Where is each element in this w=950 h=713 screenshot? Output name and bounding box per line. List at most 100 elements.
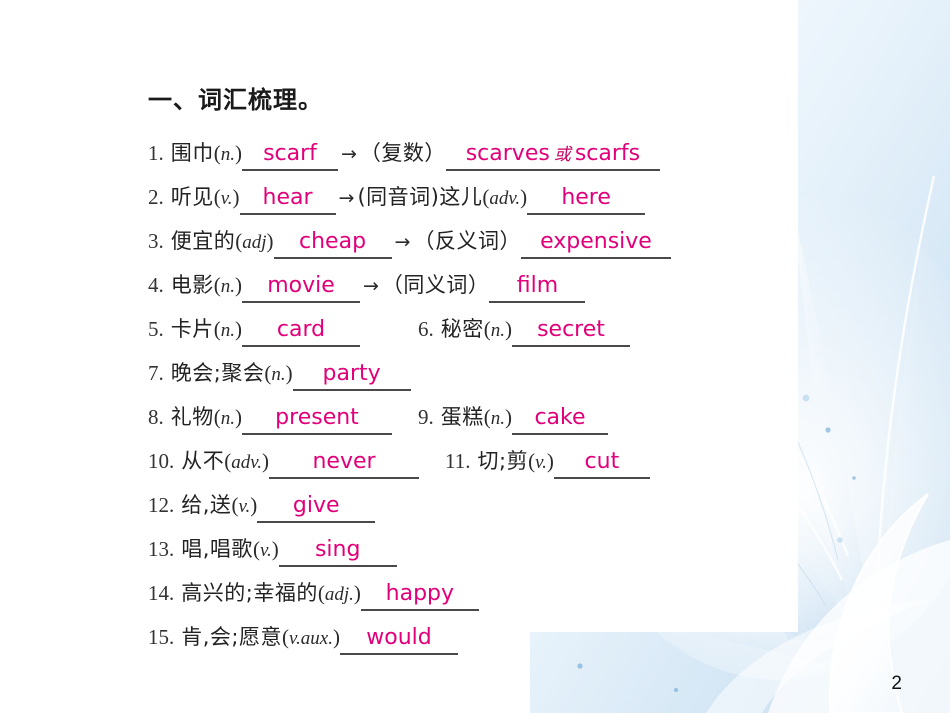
item-number: 15. <box>148 625 175 649</box>
pos-open: ( <box>317 581 325 605</box>
vocab-row-1: 1. 围巾 ( n. ) scarf → （复数） scarves 或 scarfs <box>148 131 860 175</box>
part-of-speech: n. <box>220 408 235 429</box>
pos-open: ( <box>483 405 491 429</box>
relation-label: （同义词） <box>381 273 490 297</box>
part-of-speech: n. <box>220 320 235 341</box>
item-chinese: 围巾 <box>170 141 214 165</box>
slide-canvas: 一、词汇梳理。 1. 围巾 ( n. ) scarf → （复数） scarve… <box>0 0 950 713</box>
vocab-row-15: 15. 肯,会;愿意 ( v.aux. ) would <box>148 615 860 659</box>
answer-blank[interactable]: cut <box>553 447 650 479</box>
answer-blank[interactable]: never <box>269 447 420 479</box>
answer-blank[interactable]: would <box>339 623 458 655</box>
answer-blank[interactable]: secret <box>512 315 630 347</box>
item-chinese: 高兴的;幸福的 <box>181 581 318 605</box>
item-chinese: 听见 <box>170 185 214 209</box>
page-number: 2 <box>891 673 902 694</box>
pos-open: ( <box>213 317 221 341</box>
part-of-speech: n. <box>490 320 505 341</box>
pos-open: ( <box>482 185 490 209</box>
vocab-row-10: 10. 从不 ( adv. ) never 11. 切;剪 ( v. ) cut <box>148 439 860 483</box>
part-of-speech: n. <box>490 408 505 429</box>
pos-close: ) <box>505 317 512 341</box>
conjunction-or: 或 <box>553 145 571 165</box>
item-number: 10. <box>148 449 175 473</box>
answer-blank[interactable]: film <box>489 271 586 303</box>
item-chinese: 给,送 <box>181 493 232 517</box>
item-chinese: 从不 <box>181 449 225 473</box>
pos-close: ) <box>262 449 270 473</box>
item-number: 4. <box>148 273 164 297</box>
vocab-row-8: 8. 礼物 ( n. ) present 9. 蛋糕 ( n. ) cake <box>148 395 860 439</box>
answer-blank[interactable]: give <box>257 491 376 523</box>
item-number: 5. <box>148 317 164 341</box>
answer-blank[interactable]: present <box>242 403 392 435</box>
answer-blank[interactable]: sing <box>278 535 397 567</box>
item-number: 12. <box>148 493 175 517</box>
arrow-icon: → <box>338 187 355 209</box>
item-chinese: 唱,唱歌 <box>181 537 253 561</box>
answer-blank[interactable]: cheap <box>273 227 392 259</box>
item-number: 13. <box>148 537 175 561</box>
answer-blank[interactable]: movie <box>242 271 360 303</box>
part-of-speech: v. <box>238 496 251 517</box>
answer-blank[interactable]: scarf <box>242 139 338 171</box>
answer-blank[interactable]: cake <box>512 403 608 435</box>
part-of-speech: adv. <box>489 188 521 209</box>
pos-close: ) <box>505 405 512 429</box>
item-chinese: 卡片 <box>170 317 214 341</box>
pos-close: ) <box>520 185 528 209</box>
answer-blank[interactable]: card <box>242 315 360 347</box>
relation-label: （复数） <box>359 141 446 165</box>
item-number: 14. <box>148 581 175 605</box>
pos-open: ( <box>213 185 221 209</box>
part-of-speech: n. <box>220 276 235 297</box>
part-of-speech: v. <box>535 452 547 473</box>
vocab-row-5: 5. 卡片 ( n. ) card 6. 秘密 ( n. ) secret <box>148 307 860 351</box>
arrow-icon: → <box>341 143 357 165</box>
part-of-speech: v. <box>220 188 233 209</box>
vocab-row-2: 2. 听见 ( v. ) hear → (同音词)这儿 ( adv. ) her… <box>148 175 860 219</box>
answer-blank[interactable]: expensive <box>520 227 671 259</box>
pos-open: ( <box>235 229 243 253</box>
item-chinese: 蛋糕 <box>440 405 484 429</box>
item-chinese: 晚会;聚会 <box>170 361 265 385</box>
answer-blank[interactable]: happy <box>360 579 479 611</box>
part-of-speech: adj <box>242 232 267 253</box>
pos-open: ( <box>282 625 290 649</box>
pos-close: ) <box>235 317 242 341</box>
answer-blank[interactable]: hear <box>239 183 336 215</box>
vocab-row-7: 7. 晚会;聚会 ( n. ) party <box>148 351 860 395</box>
answer-alternate: scarfs <box>574 141 641 166</box>
pos-close: ) <box>332 625 340 649</box>
item-number: 9. <box>418 405 434 429</box>
pos-close: ) <box>285 361 293 385</box>
item-number: 3. <box>148 229 164 253</box>
part-of-speech: adv. <box>231 452 263 473</box>
answer-blank[interactable]: here <box>527 183 646 215</box>
pos-close: ) <box>353 581 361 605</box>
item-number: 6. <box>418 317 434 341</box>
answer-primary: scarves <box>465 141 550 166</box>
pos-open: ( <box>483 317 491 341</box>
pos-close: ) <box>235 405 242 429</box>
vocab-row-13: 13. 唱,唱歌 ( v. ) sing <box>148 527 860 571</box>
pos-close: ) <box>271 537 279 561</box>
item-number: 7. <box>148 361 164 385</box>
pos-open: ( <box>213 273 221 297</box>
arrow-icon: → <box>394 231 411 253</box>
answer-blank[interactable]: scarves 或 scarfs <box>445 139 660 171</box>
arrow-icon: → <box>363 275 379 297</box>
pos-open: ( <box>213 405 221 429</box>
relation-label: (同音词)这儿 <box>357 185 483 209</box>
vocab-row-3: 3. 便宜的 ( adj ) cheap → （反义词） expensive <box>148 219 860 263</box>
item-number: 11. <box>445 449 471 473</box>
relation-label: （反义词） <box>413 229 521 253</box>
part-of-speech: adj. <box>324 584 354 605</box>
pos-close: ) <box>232 185 240 209</box>
item-number: 1. <box>148 141 164 165</box>
answer-blank[interactable]: party <box>292 359 411 391</box>
vocab-row-12: 12. 给,送 ( v. ) give <box>148 483 860 527</box>
part-of-speech: n. <box>220 144 235 165</box>
pos-open: ( <box>264 361 272 385</box>
vocab-row-4: 4. 电影 ( n. ) movie → （同义词） film <box>148 263 860 307</box>
